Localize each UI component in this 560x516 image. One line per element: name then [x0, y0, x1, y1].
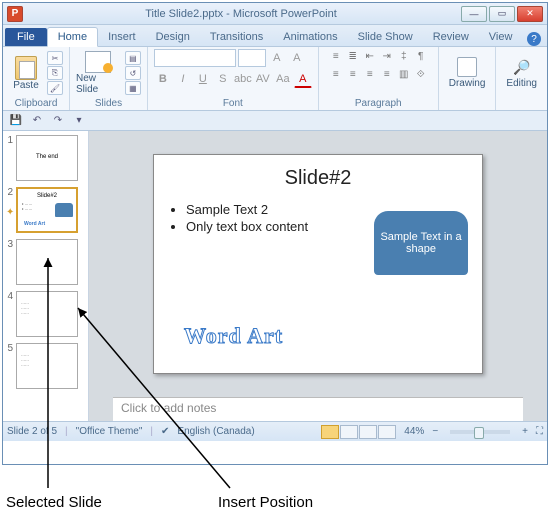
annotation-overlay — [0, 0, 560, 516]
annotation-insert-position: Insert Position — [218, 494, 313, 511]
annotation-selected-slide: Selected Slide — [6, 494, 102, 511]
